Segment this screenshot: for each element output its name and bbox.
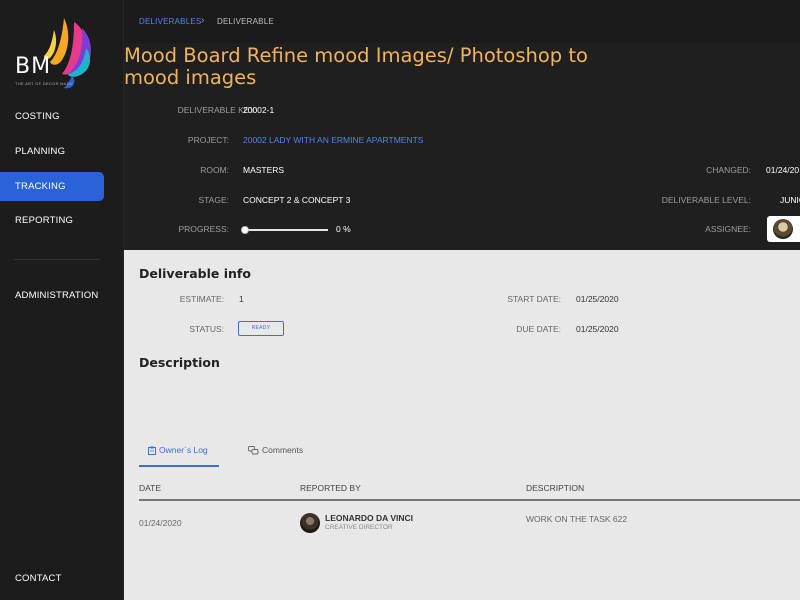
sidebar-item-costing[interactable]: COSTING [0, 102, 104, 131]
room-label: ROOM: [200, 165, 229, 175]
row-date: 01/24/2020 [139, 518, 182, 528]
room-value: MASTERS [243, 165, 285, 175]
deliverable-header: DELIVERABLES › DELIVERABLE Mood Board Re… [124, 0, 800, 250]
logo-tagline: THE ART OF DECOR MADE [15, 81, 73, 86]
estimate-label: ESTIMATE: [179, 294, 224, 304]
sidebar: BM THE ART OF DECOR MADE COSTING PLANNIN… [0, 0, 124, 600]
sidebar-item-tracking[interactable]: TRACKING [0, 172, 104, 201]
assignee-selector[interactable] [767, 216, 800, 242]
description-title: Description [139, 355, 220, 370]
start-date-value: 01/25/2020 [576, 294, 619, 304]
clipboard-icon [148, 446, 156, 456]
column-header-reported-by: REPORTED BY [300, 483, 361, 493]
status-label: STATUS: [189, 324, 224, 334]
progress-value: 0 % [336, 224, 351, 234]
deliverable-content: Deliverable info ESTIMATE: 1 STATUS: REA… [124, 250, 800, 600]
deliverable-level-label: DELIVERABLE LEVEL: [661, 195, 751, 205]
deliverable-key-value: 20002-1 [243, 105, 275, 115]
stage-value: CONCEPT 2 & CONCEPT 3 [243, 195, 351, 205]
breadcrumb-current: DELIVERABLE [217, 17, 274, 26]
breadcrumb-deliverables-link[interactable]: DELIVERABLES [139, 17, 201, 26]
active-tab-indicator [139, 465, 219, 467]
row-description: WORK ON THE TASK 622 [526, 514, 628, 524]
tab-owners-log-label: Owner`s Log [159, 445, 208, 455]
avatar [773, 219, 793, 239]
progress-slider[interactable] [241, 226, 328, 234]
project-label: PROJECT: [187, 135, 229, 145]
estimate-value: 1 [239, 294, 244, 304]
status-badge: READY [238, 321, 284, 336]
deliverable-level-value[interactable]: JUNIOR [780, 195, 800, 205]
column-header-date: DATE [139, 483, 162, 493]
reporter-name: LEONARDO DA VINCI [325, 513, 413, 523]
reporter-role: CREATIVE DIRECTOR [325, 524, 393, 531]
progress-label: PROGRESS: [178, 224, 229, 234]
sidebar-item-reporting[interactable]: REPORTING [0, 206, 104, 235]
tab-comments-label: Comments [262, 445, 304, 455]
tab-comments[interactable]: Comments [248, 445, 303, 467]
breadcrumb: DELIVERABLES › DELIVERABLE [124, 0, 800, 43]
comments-icon [248, 446, 259, 455]
chevron-right-icon: › [201, 15, 205, 26]
deliverable-info-title: Deliverable info [139, 266, 251, 281]
assignee-label: ASSIGNEE: [705, 224, 751, 234]
sidebar-item-planning[interactable]: PLANNING [0, 137, 104, 166]
column-header-description: DESCRIPTION [526, 483, 585, 493]
tab-owners-log[interactable]: Owner`s Log [148, 445, 208, 467]
avatar [300, 513, 320, 533]
start-date-label: START DATE: [507, 294, 561, 304]
changed-value: 01/24/20 [766, 165, 800, 175]
page-title: Mood Board Refine mood Images/ Photoshop… [124, 44, 588, 89]
project-link[interactable]: 20002 LADY WITH AN ERMINE APARTMENTS [243, 135, 423, 145]
sidebar-divider [14, 259, 100, 260]
stage-label: STAGE: [198, 195, 229, 205]
brand-logo[interactable]: BM THE ART OF DECOR MADE [12, 14, 102, 94]
progress-slider-handle[interactable] [241, 226, 249, 234]
due-date-value: 01/25/2020 [576, 324, 619, 334]
sidebar-item-administration[interactable]: ADMINISTRATION [0, 281, 104, 310]
contact-support-link[interactable]: CONTACT SUPPORT [0, 564, 104, 593]
due-date-label: DUE DATE: [516, 324, 561, 334]
table-header-divider [139, 499, 800, 501]
logo-text: BM [15, 54, 52, 79]
changed-label: CHANGED: [706, 165, 751, 175]
